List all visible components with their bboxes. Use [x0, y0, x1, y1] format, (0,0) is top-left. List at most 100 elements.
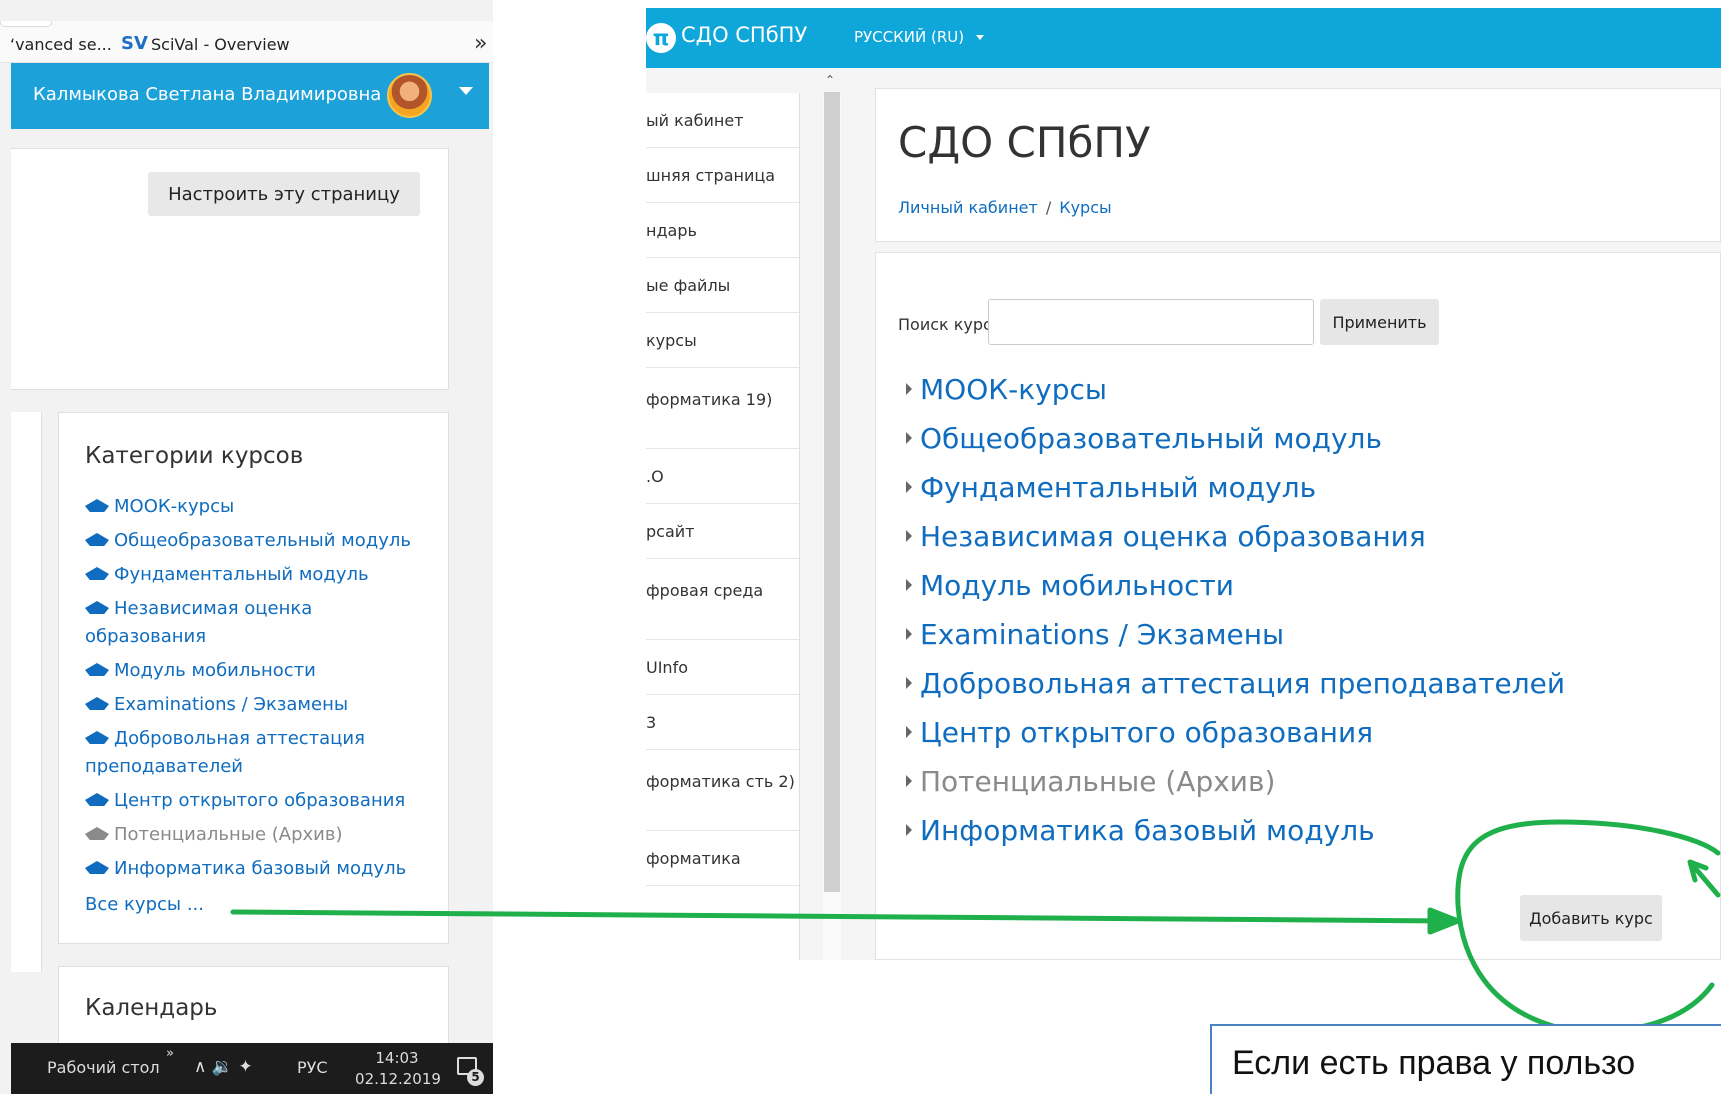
system-tray-icons[interactable]: ∧ 🔉 ✦ — [194, 1057, 253, 1077]
avatar[interactable] — [387, 73, 432, 118]
nav-item[interactable]: ндарь — [646, 203, 799, 258]
bookmark-scival[interactable]: SciVal - Overview — [151, 35, 290, 54]
category-node[interactable]: Независимая оценка образования — [906, 512, 1565, 561]
expand-icon[interactable] — [906, 677, 912, 689]
expand-icon[interactable] — [906, 824, 912, 836]
windows-taskbar: Рабочий стол » ∧ 🔉 ✦ РУС 14:03 02.12.201… — [11, 1043, 493, 1094]
caret-down-icon[interactable] — [459, 87, 473, 95]
course-categories-block: Категории курсов МООК-курсы Общеобразова… — [58, 412, 449, 944]
screenshot-collage: ‘vanced se... SV SciVal - Overview » Кал… — [0, 0, 1721, 1094]
category-item[interactable]: Модуль мобильности — [85, 657, 435, 685]
courses-window: π СДО СПбПУ РУССКИЙ (RU) ый кабинет шняя… — [646, 8, 1721, 960]
category-item[interactable]: Информатика базовый модуль — [85, 855, 435, 883]
drawer-scroll-thumb[interactable] — [824, 92, 840, 892]
nav-item[interactable]: форматика — [646, 831, 799, 886]
search-label: Поиск курса — [898, 315, 1002, 334]
breadcrumb: Личный кабинет / Курсы — [898, 198, 1112, 217]
graduation-cap-icon — [85, 567, 111, 581]
nav-drawer: ый кабинет шняя страница ндарь ые файлы … — [646, 93, 800, 960]
customize-page-button[interactable]: Настроить эту страницу — [148, 172, 420, 216]
nav-item[interactable]: форматика 19) — [646, 368, 799, 449]
scroll-up-icon[interactable]: ⌃ — [825, 73, 835, 87]
graduation-cap-icon — [85, 499, 111, 513]
category-node[interactable]: Фундаментальный модуль — [906, 463, 1565, 512]
bookmarks-bar: ‘vanced se... SV SciVal - Overview » — [0, 21, 493, 63]
tab-edge — [0, 21, 52, 27]
all-courses-link[interactable]: Все курсы ... — [85, 894, 204, 915]
category-tree: МООК-курсы Общеобразовательный модуль Фу… — [906, 365, 1565, 855]
category-node[interactable]: Общеобразовательный модуль — [906, 414, 1565, 463]
main-region-edge — [11, 412, 42, 972]
breadcrumb-current[interactable]: Курсы — [1059, 198, 1111, 217]
language-menu[interactable]: РУССКИЙ (RU) — [854, 28, 964, 46]
category-node[interactable]: Центр открытого образования — [906, 708, 1565, 757]
bookmarks-overflow-icon[interactable]: » — [474, 31, 487, 56]
category-item[interactable]: Центр открытого образования — [85, 787, 435, 815]
category-node[interactable]: Examinations / Экзамены — [906, 610, 1565, 659]
category-node[interactable]: Модуль мобильности — [906, 561, 1565, 610]
category-item[interactable]: Фундаментальный модуль — [85, 561, 435, 589]
category-list: МООК-курсы Общеобразовательный модуль Фу… — [85, 493, 435, 889]
expand-icon[interactable] — [906, 628, 912, 640]
nav-item[interactable]: UInfo — [646, 640, 799, 695]
expand-icon[interactable] — [906, 775, 912, 787]
nav-item[interactable]: шняя страница — [646, 148, 799, 203]
page-header: СДО СПбПУ Личный кабинет / Курсы — [875, 88, 1721, 242]
expand-icon[interactable] — [906, 530, 912, 542]
breadcrumb-separator: / — [1045, 198, 1052, 217]
navbar: π СДО СПбПУ РУССКИЙ (RU) — [646, 8, 1721, 68]
category-node[interactable]: МООК-курсы — [906, 365, 1565, 414]
course-categories-region: Поиск курса Применить МООК-курсы Общеобр… — [875, 252, 1721, 960]
callout-text: Если есть права у пользо — [1232, 1044, 1636, 1082]
clock-time[interactable]: 14:03 — [367, 1049, 427, 1067]
annotation-callout: Если есть права у пользо — [1210, 1024, 1721, 1094]
category-item-hidden[interactable]: Потенциальные (Архив) — [85, 821, 435, 849]
nav-item[interactable]: ые файлы — [646, 258, 799, 313]
expand-icon[interactable] — [906, 383, 912, 395]
category-item[interactable]: Добровольная аттестация преподавателей — [85, 725, 435, 781]
bookmark-advanced-search[interactable]: ‘vanced se... — [10, 35, 112, 54]
expand-icon[interactable] — [906, 432, 912, 444]
desktop-toolbar[interactable]: Рабочий стол — [47, 1058, 160, 1077]
graduation-cap-icon — [85, 827, 111, 841]
expand-icon[interactable] — [906, 726, 912, 738]
logo-icon[interactable]: π — [646, 23, 676, 53]
expand-icon[interactable] — [906, 579, 912, 591]
nav-item[interactable]: фровая среда — [646, 559, 799, 640]
graduation-cap-icon — [85, 601, 111, 615]
scival-icon: SV — [121, 33, 148, 54]
category-node-hidden[interactable]: Потенциальные (Архив) — [906, 757, 1565, 806]
category-node[interactable]: Информатика базовый модуль — [906, 806, 1565, 855]
input-language[interactable]: РУС — [297, 1058, 328, 1077]
nav-item[interactable]: форматика сть 2) — [646, 750, 799, 831]
expand-icon[interactable] — [906, 481, 912, 493]
clock-date[interactable]: 02.12.2019 — [348, 1070, 448, 1088]
category-item[interactable]: МООК-курсы — [85, 493, 435, 521]
graduation-cap-icon — [85, 861, 111, 875]
block-title: Календарь — [85, 995, 218, 1021]
dashboard-window: ‘vanced se... SV SciVal - Overview » Кал… — [0, 0, 493, 1094]
course-search-input[interactable] — [988, 299, 1314, 345]
graduation-cap-icon — [85, 663, 111, 677]
nav-item[interactable]: курсы — [646, 313, 799, 368]
add-course-button[interactable]: Добавить курс — [1520, 895, 1662, 941]
breadcrumb-home[interactable]: Личный кабинет — [898, 198, 1038, 217]
toolbar-expand-icon[interactable]: » — [166, 1046, 174, 1061]
caret-down-icon[interactable] — [976, 35, 984, 40]
notification-count: 5 — [467, 1069, 484, 1086]
user-menu-bar[interactable]: Калмыкова Светлана Владимировна — [11, 63, 489, 129]
nav-item[interactable]: .О — [646, 449, 799, 504]
nav-item[interactable]: ый кабинет — [646, 93, 799, 148]
category-item[interactable]: Независимая оценка образования — [85, 595, 435, 651]
nav-item[interactable]: 3 — [646, 695, 799, 750]
nav-item[interactable]: рсайт — [646, 504, 799, 559]
graduation-cap-icon — [85, 731, 111, 745]
category-item[interactable]: Examinations / Экзамены — [85, 691, 435, 719]
category-item[interactable]: Общеобразовательный модуль — [85, 527, 435, 555]
graduation-cap-icon — [85, 697, 111, 711]
user-name[interactable]: Калмыкова Светлана Владимировна — [33, 84, 381, 105]
apply-search-button[interactable]: Применить — [1320, 299, 1439, 345]
site-name[interactable]: СДО СПбПУ — [681, 23, 807, 47]
graduation-cap-icon — [85, 793, 111, 807]
category-node[interactable]: Добровольная аттестация преподавателей — [906, 659, 1565, 708]
